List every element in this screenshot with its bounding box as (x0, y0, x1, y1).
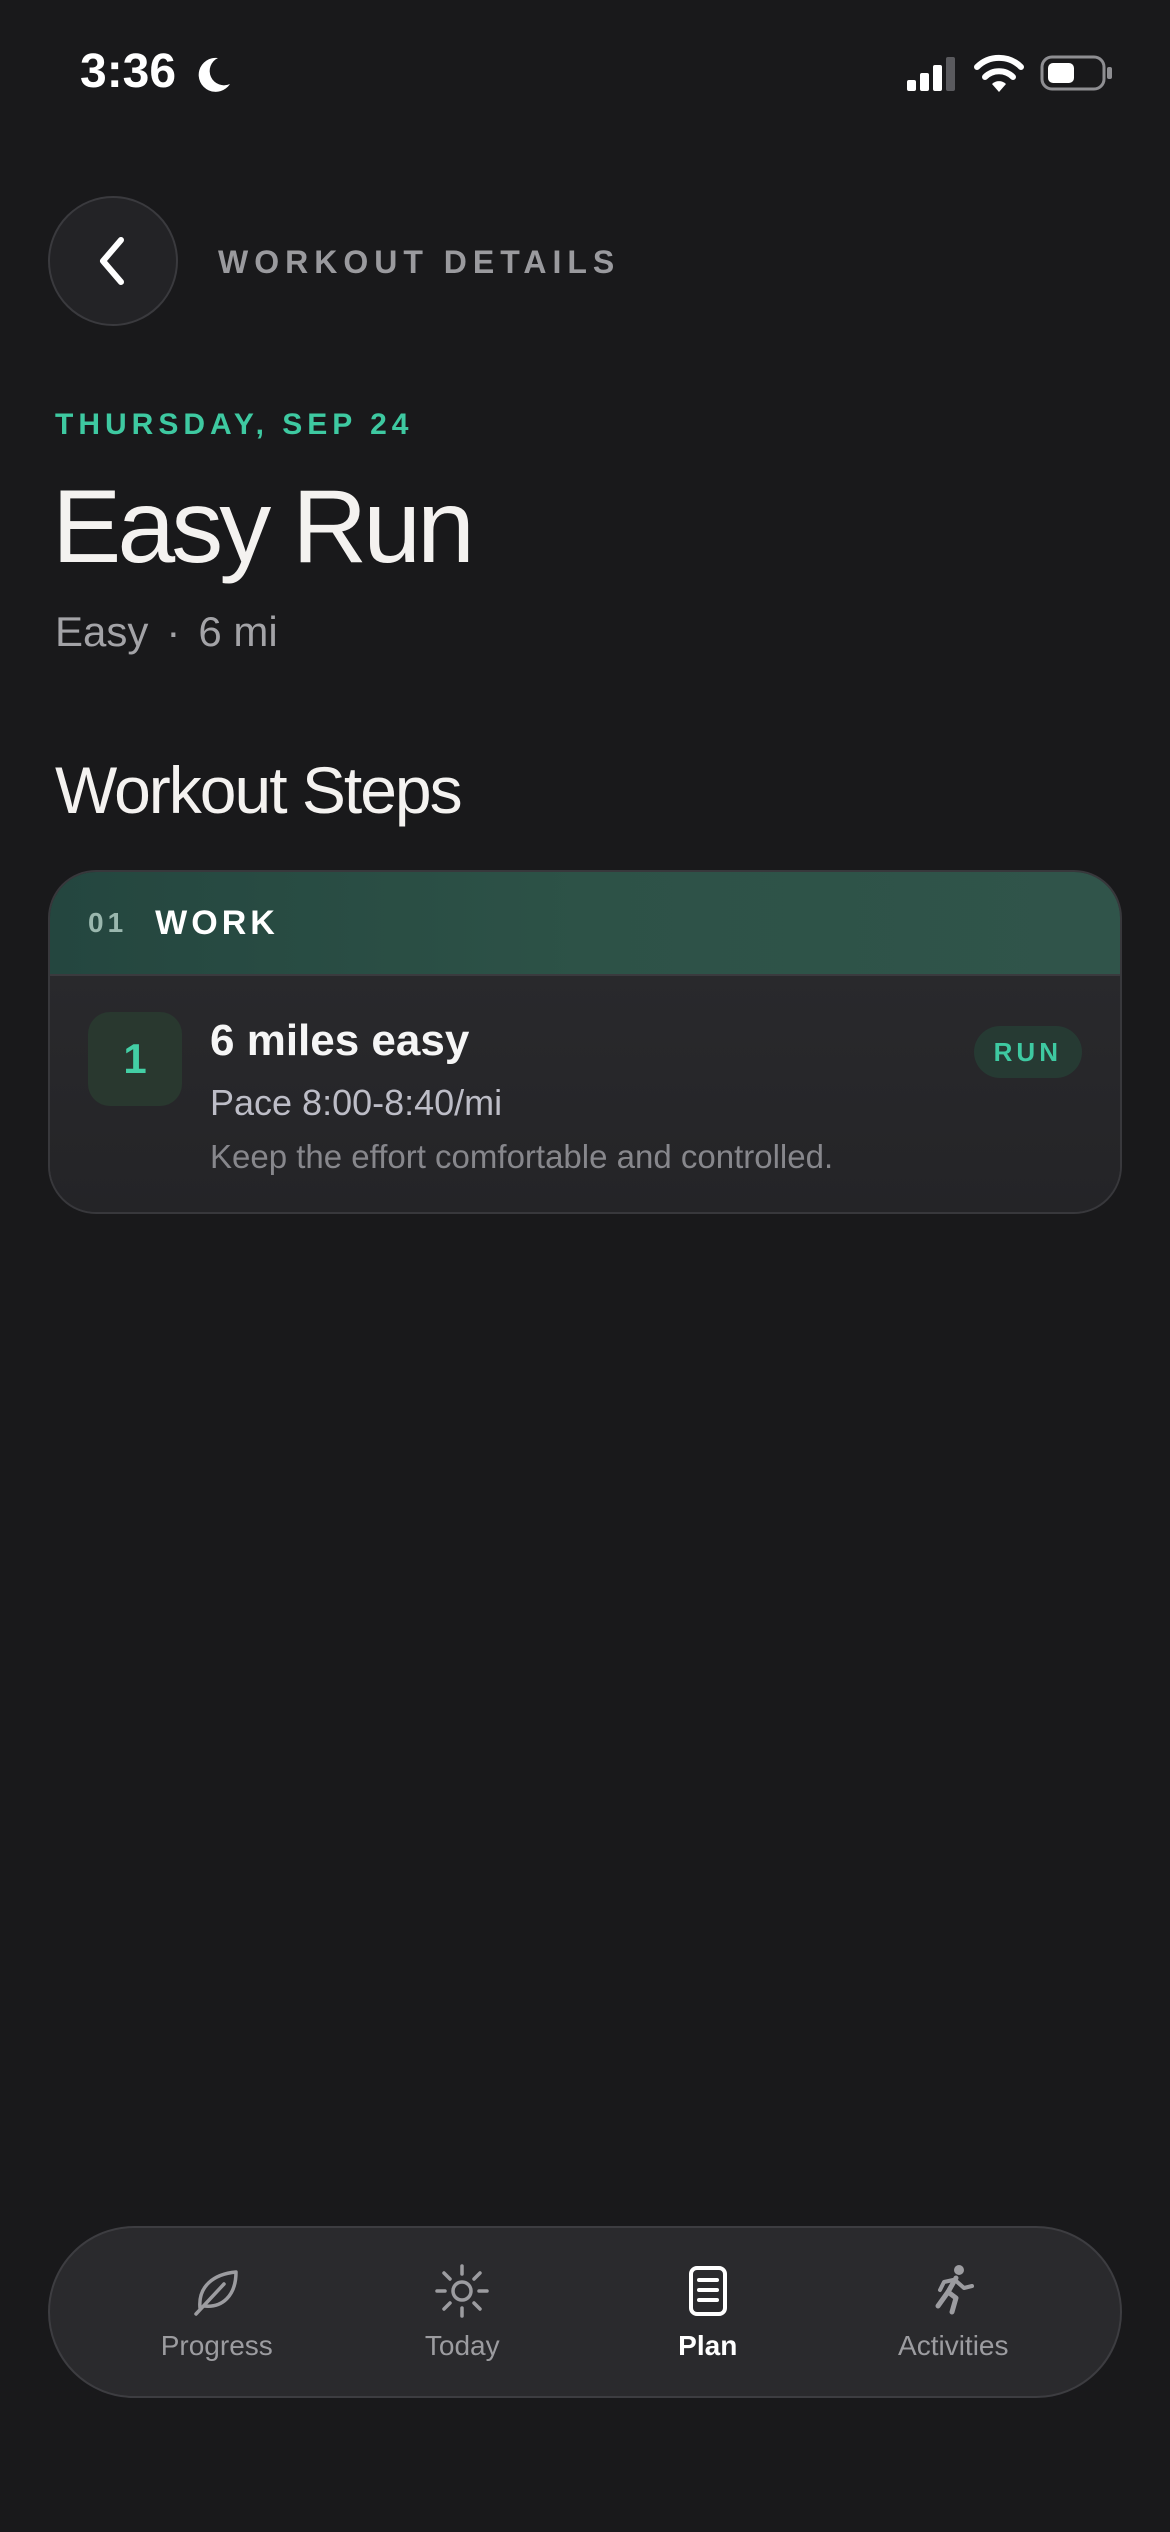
step-title: 6 miles easy (210, 1016, 470, 1065)
step-type-badge: RUN (973, 1026, 1082, 1078)
block-name: WORK (155, 903, 279, 942)
chevron-left-icon (100, 237, 124, 285)
status-time: 3:36 (80, 45, 177, 98)
header-title: WORKOUT DETAILS (218, 244, 621, 280)
wifi-icon (974, 54, 1024, 92)
tab-today[interactable]: Today (352, 2242, 572, 2382)
workout-meta: Easy · 6 mi (55, 608, 278, 656)
tab-plan[interactable]: Plan (598, 2242, 818, 2382)
clipboard-icon (688, 2266, 727, 2316)
meta-separator: · (166, 608, 181, 655)
leaf-icon (194, 2270, 238, 2316)
workout-step-row[interactable]: 1 6 miles easy Pace 8:00-8:40/mi Keep th… (50, 976, 1120, 1212)
battery-icon (1040, 55, 1112, 91)
tab-label: Today (424, 2330, 500, 2361)
moon-icon (198, 57, 230, 92)
tab-label: Progress (160, 2330, 273, 2361)
workout-distance: 6 mi (198, 608, 278, 655)
block-number: 01 (88, 907, 128, 938)
workout-date: THURSDAY, SEP 24 (55, 408, 414, 441)
runner-icon (935, 2265, 975, 2315)
workout-intensity: Easy (55, 608, 149, 655)
tab-activities[interactable]: Activities (843, 2242, 1063, 2382)
workout-title: Easy Run (52, 469, 475, 585)
tab-bar: Progress Today Plan Activities (48, 2226, 1122, 2398)
sun-icon (435, 2264, 489, 2318)
step-note: Keep the effort comfortable and controll… (210, 1138, 834, 1175)
block-header: 01 WORK (50, 872, 1120, 976)
cellular-signal-icon (907, 57, 955, 91)
section-title: Workout Steps (55, 753, 463, 827)
workout-details-screen: 3:36 WORKOUT DETAILS THURSDAY, SEP 24 Ea… (0, 0, 1170, 2532)
workout-block-card: 01 WORK 1 6 miles easy Pace 8:00-8:40/mi… (48, 870, 1122, 1214)
step-pace: Pace 8:00-8:40/mi (210, 1082, 503, 1123)
step-index-badge: 1 (88, 1012, 182, 1106)
tab-label: Plan (678, 2330, 738, 2361)
tab-progress[interactable]: Progress (107, 2242, 327, 2382)
back-button[interactable] (48, 196, 178, 326)
tab-label: Activities (898, 2330, 1009, 2361)
status-bar: 3:36 (0, 0, 1170, 150)
